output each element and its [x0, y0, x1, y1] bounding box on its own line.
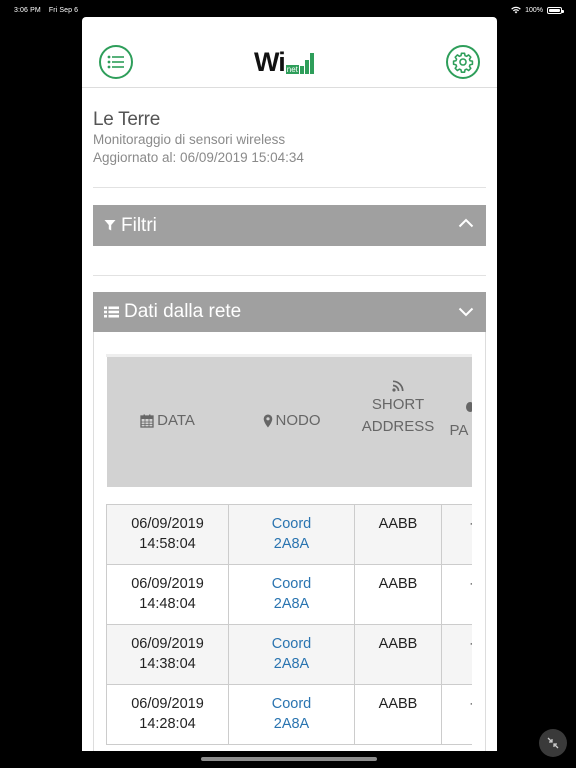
table-row[interactable]: 06/09/201914:48:04 Coord2A8A AABB - — [106, 563, 472, 625]
column-header-short-address[interactable]: SHORT ADDRESS — [354, 357, 442, 487]
filters-panel-title: Filtri — [121, 214, 157, 236]
cell-node-link[interactable]: Coord 2A8A — [228, 503, 355, 565]
data-panel-title: Dati dalla rete — [124, 301, 242, 322]
battery-percent: 100% — [525, 6, 543, 14]
list-menu-icon — [107, 55, 124, 69]
cell-short-address: AABB — [354, 623, 442, 685]
chevron-up-icon[interactable] — [458, 218, 474, 228]
filter-icon — [104, 220, 116, 231]
signal-bars-icon — [299, 53, 314, 74]
cell-date: 06/09/2019 14:38:04 — [106, 623, 229, 685]
cell-node-link[interactable]: Coord 2A8A — [228, 623, 355, 685]
cell-date: 06/09/2019 14:58:04 — [106, 503, 229, 565]
status-time: 3:06 PM — [14, 7, 41, 14]
home-indicator[interactable] — [201, 757, 377, 761]
table-header-row: DATA NODO SHORT ADDRESS PA — [106, 357, 472, 487]
column-header-nodo[interactable]: NODO — [228, 357, 355, 487]
column-label-short: SHORT — [371, 396, 425, 413]
cell-short-address: AABB — [354, 683, 442, 745]
column-label-partial: PA — [449, 422, 469, 439]
list-icon — [104, 306, 119, 318]
cell-partial: - — [441, 503, 472, 565]
data-table: DATA NODO SHORT ADDRESS PA 06/09/2019 14… — [106, 357, 472, 745]
column-header-data[interactable]: DATA — [106, 357, 229, 487]
cell-date: 06/09/2019 14:28:04 — [106, 683, 229, 745]
calendar-icon — [140, 414, 154, 428]
logo-subtext: net — [285, 65, 299, 74]
site-subtitle: Monitoraggio di sensori wireless — [93, 132, 286, 147]
status-date: Fri Sep 6 — [48, 7, 79, 14]
divider — [93, 275, 486, 276]
cell-date: 06/09/2019 14:48:04 — [106, 563, 229, 625]
map-marker-icon — [263, 414, 272, 427]
winet-logo: Wi net — [254, 49, 314, 76]
data-panel-header[interactable]: Dati dalla rete — [93, 292, 486, 332]
cell-partial: - — [441, 563, 472, 625]
partial-icon — [465, 402, 472, 412]
cell-partial: - — [441, 683, 472, 745]
rss-icon — [392, 380, 404, 392]
menu-button[interactable] — [99, 45, 133, 79]
battery-icon — [547, 6, 564, 14]
wifi-icon — [511, 6, 521, 14]
data-table-scroll[interactable]: DATA NODO SHORT ADDRESS PA 06/09/2019 14… — [106, 354, 472, 745]
cell-short-address: AABB — [354, 503, 442, 565]
data-panel-body: DATA NODO SHORT ADDRESS PA 06/09/2019 14… — [93, 332, 486, 751]
site-info: Le Terre Monitoraggio di sensori wireles… — [82, 88, 497, 167]
chevron-down-icon[interactable] — [458, 307, 474, 317]
cell-node-link[interactable]: Coord 2A8A — [228, 683, 355, 745]
column-label-data: DATA — [157, 411, 195, 429]
divider — [93, 187, 486, 188]
table-row[interactable]: 06/09/201914:58:04 Coord2A8A AABB - — [106, 503, 472, 565]
settings-button[interactable] — [446, 45, 480, 79]
column-label-nodo: NODO — [275, 411, 321, 429]
table-row[interactable]: 06/09/201914:28:04 Coord2A8A AABB - — [106, 683, 472, 745]
table-spacer — [106, 487, 472, 504]
cell-short-address: AABB — [354, 563, 442, 625]
collapse-arrows-icon — [547, 737, 559, 749]
app-window: Wi net Le Terre Monitoraggio di sensori … — [82, 17, 497, 751]
site-title: Le Terre — [93, 109, 160, 130]
column-label-address: ADDRESS — [361, 418, 435, 435]
cell-node-link[interactable]: Coord 2A8A — [228, 563, 355, 625]
app-header: Wi net — [82, 17, 497, 88]
cell-partial: - — [441, 623, 472, 685]
column-header-partial[interactable]: PA — [441, 357, 472, 487]
last-updated: Aggiornato al: 06/09/2019 15:04:34 — [93, 150, 304, 165]
filters-panel-header[interactable]: Filtri — [93, 205, 486, 246]
logo-text: Wi — [254, 47, 286, 77]
table-row[interactable]: 06/09/201914:38:04 Coord2A8A AABB - — [106, 623, 472, 685]
collapse-window-button[interactable] — [539, 729, 567, 757]
gear-icon — [452, 52, 474, 73]
